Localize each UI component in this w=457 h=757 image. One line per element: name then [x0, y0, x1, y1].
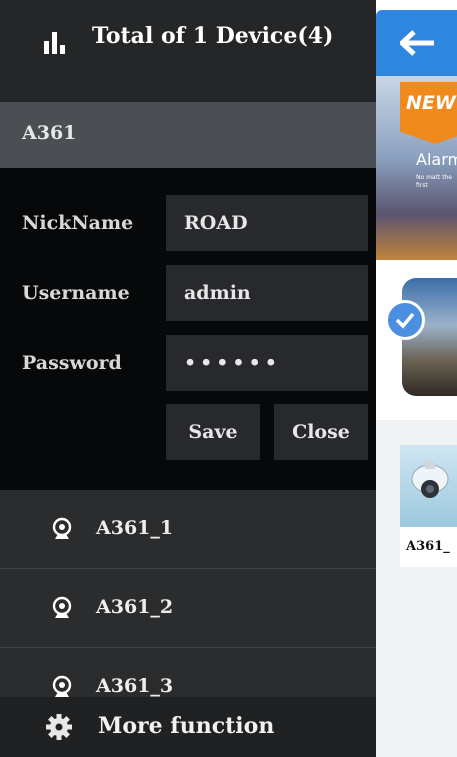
device-section-header[interactable]: A361	[0, 102, 376, 168]
channel-label: A361_3	[96, 675, 174, 697]
drawer-header: Total of 1 Device(4)	[0, 0, 376, 103]
channel-list: A361_1 A361_2 A361_3	[0, 490, 376, 727]
gear-icon	[46, 714, 72, 740]
new-badge-label: NEW	[406, 92, 456, 114]
promo-banner[interactable]: NEW Alarm No matt the first	[376, 76, 457, 260]
navigation-drawer: Total of 1 Device(4) A361 NickName ROAD …	[0, 0, 376, 757]
drawer-title: Total of 1 Device(4)	[92, 23, 334, 49]
username-field[interactable]: admin	[166, 265, 368, 321]
channel-label: A361_2	[96, 596, 174, 618]
channel-label: A361_1	[96, 517, 174, 539]
banner-subtitle: No matt the first	[416, 174, 453, 189]
more-function-button[interactable]: More function	[0, 697, 376, 757]
nickname-field[interactable]: ROAD	[166, 195, 368, 251]
new-ribbon: NEW	[400, 82, 457, 144]
back-arrow-icon[interactable]	[400, 30, 434, 56]
camera-icon	[52, 517, 72, 539]
device-edit-form: NickName ROAD Username admin Password ••…	[0, 168, 376, 490]
nickname-label: NickName	[22, 212, 134, 234]
password-field[interactable]: ••••••	[166, 335, 368, 391]
banner-title: Alarm	[416, 150, 457, 169]
list-item[interactable]: A361_2	[0, 569, 376, 648]
device-name: A361	[22, 122, 77, 144]
more-function-label: More function	[98, 713, 275, 739]
camera-label: A361_	[406, 539, 450, 554]
bar-chart-icon	[44, 32, 65, 54]
password-label: Password	[22, 352, 122, 374]
close-button[interactable]: Close	[274, 404, 368, 460]
check-icon	[385, 300, 425, 340]
list-item[interactable]: A361_1	[0, 490, 376, 569]
camera-icon	[52, 596, 72, 618]
app-toolbar	[376, 10, 457, 76]
camera-icon	[52, 675, 72, 697]
save-button[interactable]: Save	[166, 404, 260, 460]
camera-thumbnail	[400, 445, 457, 527]
username-label: Username	[22, 282, 130, 304]
